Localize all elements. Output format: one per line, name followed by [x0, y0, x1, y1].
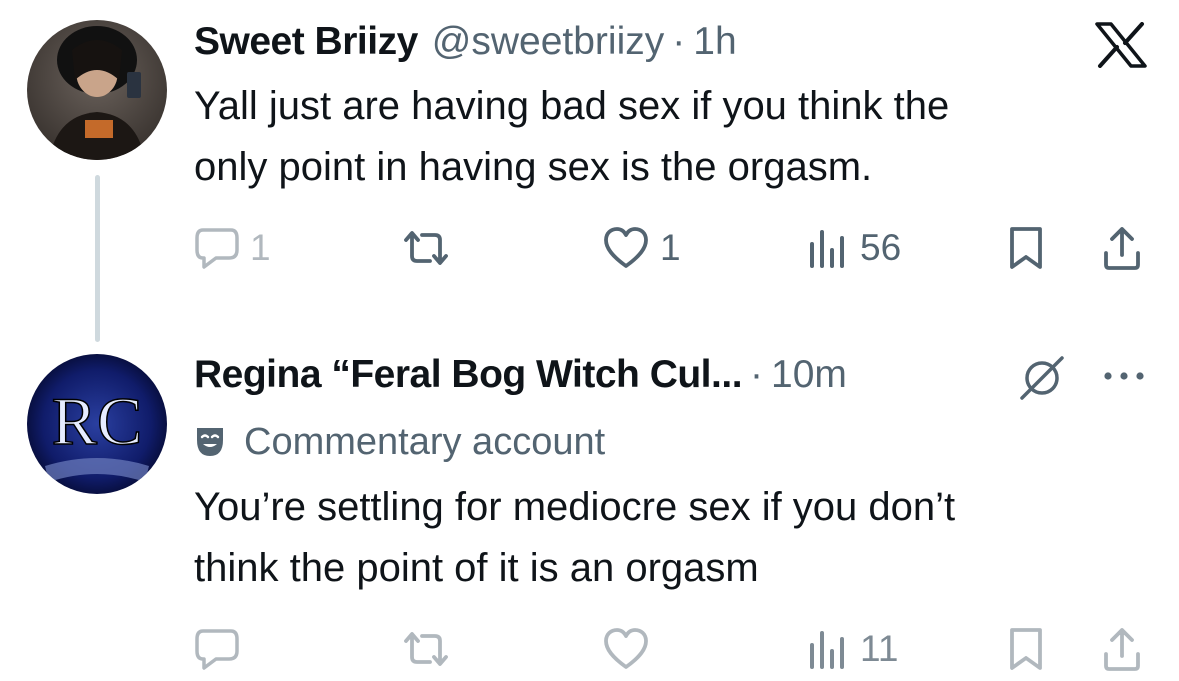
timestamp[interactable]: 1h	[693, 20, 736, 64]
bar-chart-icon	[810, 631, 844, 669]
bookmark-button[interactable]	[1006, 223, 1046, 273]
separator-dot: ·	[672, 20, 686, 63]
ellipsis-icon[interactable]	[1102, 366, 1146, 391]
slashed-circle-icon[interactable]	[1018, 356, 1066, 405]
avatar[interactable]	[27, 20, 167, 160]
tweet-header: Sweet Briizy @sweetbriizy · 1h	[194, 17, 737, 67]
tweet-text-line: only point in having sex is the orgasm.	[194, 145, 873, 189]
retweet-button[interactable]	[398, 223, 454, 273]
share-button[interactable]	[1100, 624, 1144, 674]
avatar-monogram: RC	[52, 383, 143, 459]
badge-label: Commentary account	[244, 420, 606, 463]
tweet-text-line: You’re settling for mediocre sex if you …	[194, 485, 956, 529]
author-name[interactable]: Sweet Briizy	[194, 20, 418, 64]
timestamp[interactable]: 10m	[771, 353, 847, 397]
tweet-header: Regina “Feral Bog Witch Cul... · 10m	[194, 350, 847, 400]
reply-count: 1	[250, 227, 271, 268]
author-name[interactable]: Regina “Feral Bog Witch Cul...	[194, 353, 743, 397]
like-count: 1	[660, 227, 681, 268]
reply-button[interactable]: 1	[194, 223, 271, 273]
bookmark-icon	[1010, 227, 1042, 269]
share-upload-icon	[1104, 628, 1140, 671]
speech-bubble-icon	[195, 228, 239, 269]
share-button[interactable]	[1100, 223, 1144, 273]
thread-connector-line	[95, 175, 100, 342]
tweet-text: You’re settling for mediocre sex if you …	[194, 477, 1154, 599]
author-handle[interactable]: @sweetbriizy	[432, 20, 664, 64]
like-button[interactable]: 1	[602, 223, 681, 273]
bookmark-button[interactable]	[1006, 624, 1046, 674]
retweet-arrows-icon	[404, 231, 448, 265]
tweet-text-line: Yall just are having bad sex if you thin…	[194, 84, 950, 128]
tweet-text: Yall just are having bad sex if you thin…	[194, 76, 1154, 198]
reply-button[interactable]	[194, 624, 240, 674]
commentary-badge: Commentary account	[194, 418, 605, 466]
avatar[interactable]: RC	[27, 354, 167, 494]
share-upload-icon	[1104, 227, 1140, 270]
bookmark-icon	[1010, 628, 1042, 670]
retweet-arrows-icon	[404, 632, 448, 666]
x-logo-icon	[1095, 22, 1147, 73]
theater-mask-icon	[197, 428, 223, 456]
view-count: 11	[860, 628, 899, 669]
tweet-text-line: think the point of it is an orgasm	[194, 546, 759, 590]
heart-icon	[604, 628, 648, 669]
views-button[interactable]: 11	[806, 624, 898, 674]
bar-chart-icon	[810, 230, 844, 268]
speech-bubble-icon	[195, 629, 239, 670]
separator-dot: ·	[750, 353, 764, 396]
views-button[interactable]: 56	[806, 223, 901, 273]
heart-icon	[604, 227, 648, 268]
view-count: 56	[860, 227, 902, 268]
like-button[interactable]	[602, 624, 650, 674]
retweet-button[interactable]	[398, 624, 454, 674]
